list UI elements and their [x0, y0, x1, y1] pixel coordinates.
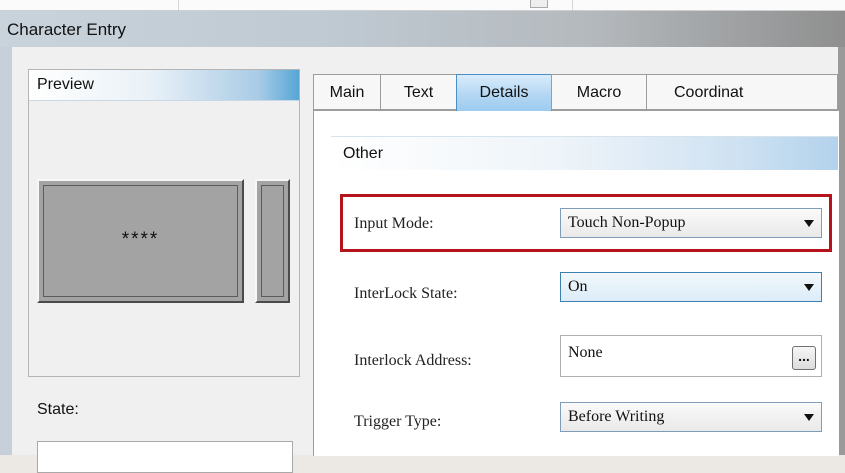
- background-window-strip: [0, 0, 845, 11]
- interlock-state-value: On: [568, 278, 588, 295]
- chevron-down-icon: [804, 414, 814, 421]
- window-frame-right: [838, 47, 845, 455]
- tab-details[interactable]: Details: [456, 74, 552, 111]
- tab-strip: Main Text Details Macro Coordinat: [313, 74, 838, 111]
- chevron-down-icon: [804, 220, 814, 227]
- preview-character-display: ****: [37, 179, 244, 303]
- preview-panel: Preview ****: [28, 69, 300, 377]
- window-frame-left: [0, 47, 12, 455]
- interlock-state-label: InterLock State:: [354, 285, 458, 302]
- trigger-type-select[interactable]: Before Writing: [560, 402, 822, 432]
- interlock-address-browse-button[interactable]: ...: [792, 346, 816, 370]
- trigger-type-label: Trigger Type:: [354, 413, 442, 430]
- title-bar[interactable]: Character Entry: [0, 11, 845, 47]
- tab-text[interactable]: Text: [380, 74, 457, 110]
- state-label: State:: [37, 401, 79, 418]
- trigger-type-value: Before Writing: [568, 408, 665, 425]
- interlock-address-field[interactable]: None: [560, 335, 822, 377]
- input-mode-label: Input Mode:: [354, 215, 434, 232]
- preview-side-bar-inner: [261, 185, 284, 297]
- tab-macro[interactable]: Macro: [551, 74, 647, 110]
- tab-coordinates[interactable]: Coordinat: [646, 74, 838, 110]
- interlock-address-label: Interlock Address:: [354, 352, 472, 369]
- background-divider: [572, 0, 573, 10]
- window-title: Character Entry: [7, 20, 127, 39]
- background-scroll-button: [530, 0, 548, 8]
- state-dropdown[interactable]: [37, 441, 293, 473]
- input-mode-value: Touch Non-Popup: [568, 214, 686, 231]
- interlock-address-value: None: [568, 344, 603, 361]
- preview-header: Preview: [29, 70, 299, 101]
- input-mode-select[interactable]: Touch Non-Popup: [560, 208, 822, 238]
- preview-display-text: ****: [121, 229, 160, 250]
- preview-side-bar: [255, 179, 290, 303]
- chevron-down-icon: [804, 284, 814, 291]
- tab-main[interactable]: Main: [313, 74, 381, 110]
- group-other-header: Other: [331, 136, 838, 170]
- background-divider: [178, 0, 179, 10]
- interlock-state-select[interactable]: On: [560, 272, 822, 302]
